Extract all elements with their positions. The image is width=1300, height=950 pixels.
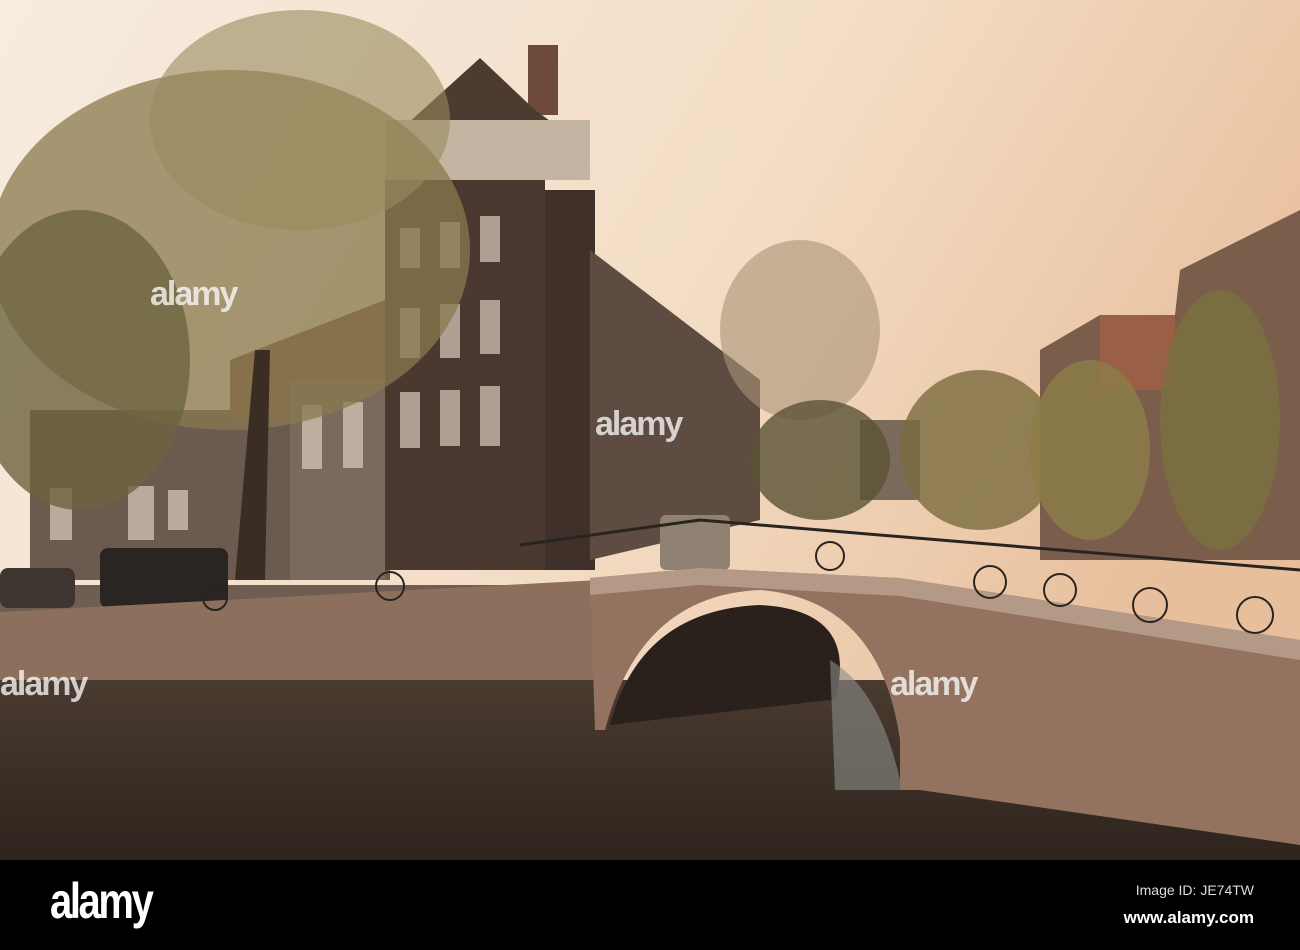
watermark: alamy [0, 665, 88, 703]
watermark: alamy [890, 665, 978, 703]
footer-bar: alamy Image ID: JE74TW www.alamy.com [0, 860, 1300, 950]
alamy-logo: alamy [50, 873, 154, 929]
website-url: www.alamy.com [1123, 908, 1254, 927]
watermark: alamy [595, 405, 683, 443]
watermark: alamy [150, 275, 238, 313]
image-id: Image ID: JE74TW [1135, 882, 1254, 898]
